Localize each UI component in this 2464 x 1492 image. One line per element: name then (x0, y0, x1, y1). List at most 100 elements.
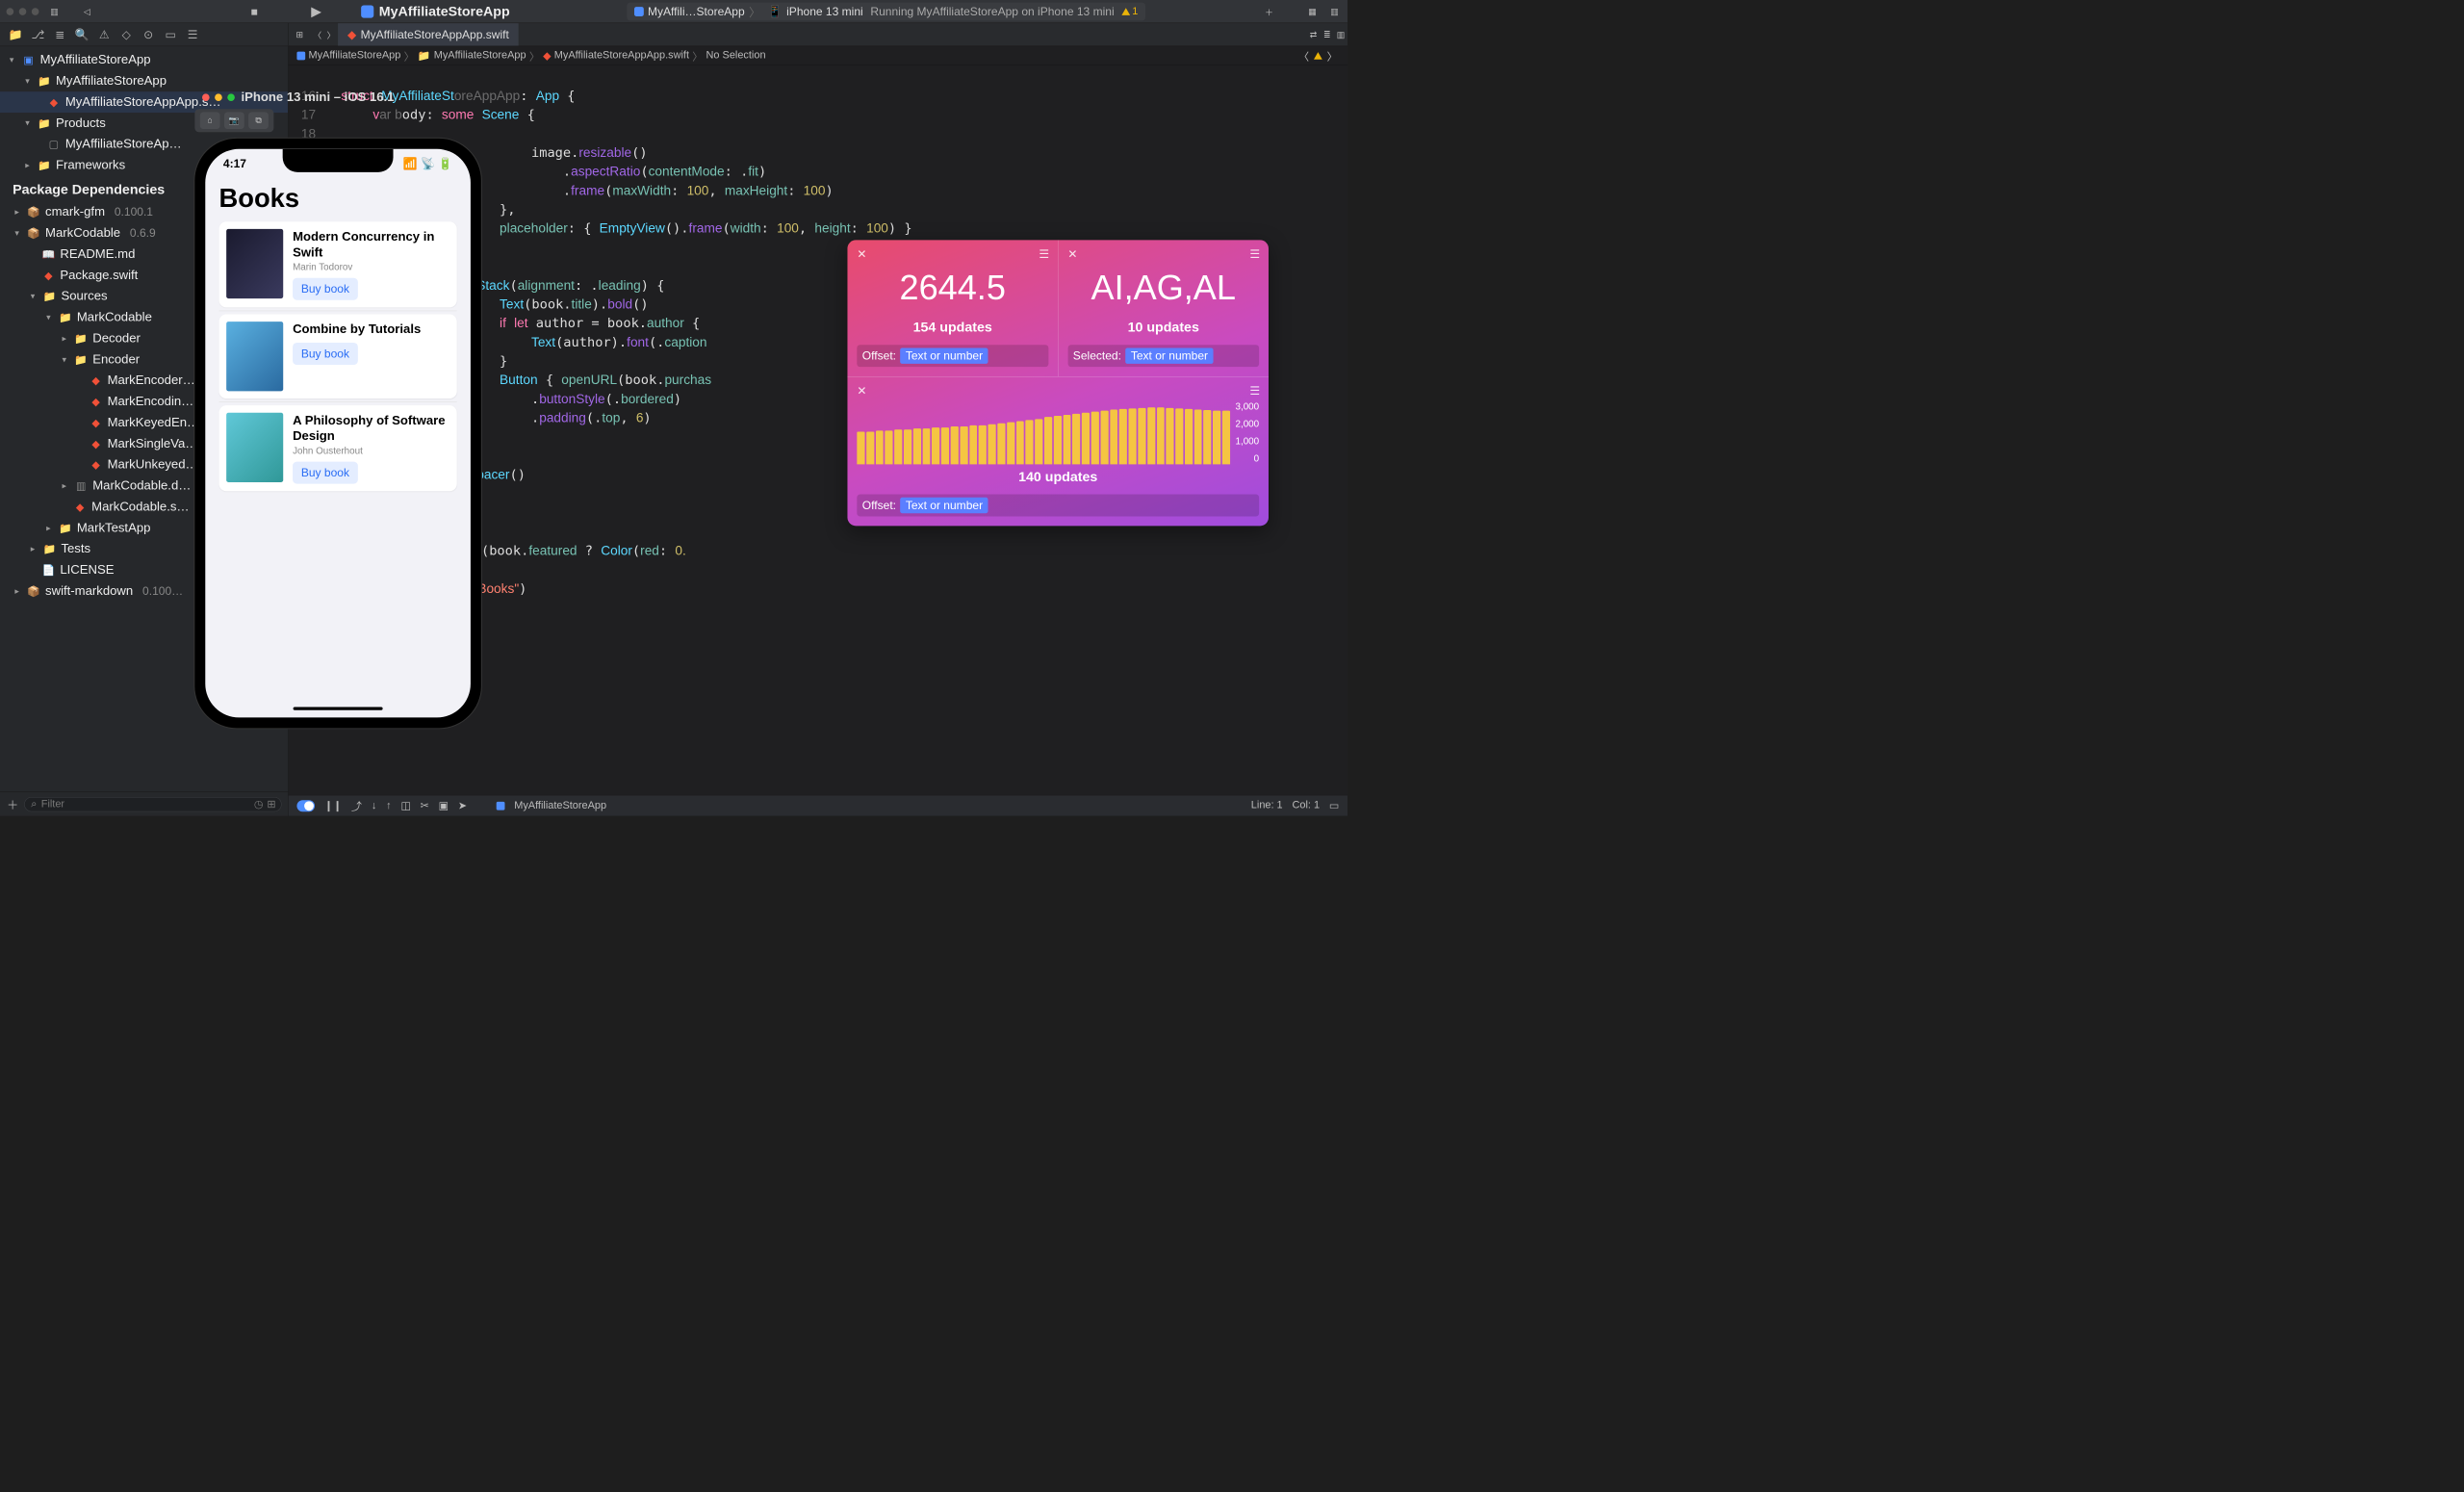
step-out-icon[interactable]: ↑ (386, 800, 391, 812)
debug-updates: 10 updates (1067, 319, 1259, 335)
sim-minimize[interactable] (215, 93, 222, 101)
chart-bar (1044, 417, 1052, 464)
sim-toolbar: ⌂ 📷 ⧉ (194, 109, 273, 132)
chart-bar (1016, 422, 1024, 465)
chart-bar (988, 424, 996, 465)
chart-bar (1072, 414, 1080, 465)
chart-bar (997, 424, 1005, 465)
editor-split-icon[interactable]: ▥ (1334, 28, 1348, 41)
debug-location-icon[interactable]: ➤ (458, 799, 467, 812)
chart-bar (1213, 410, 1220, 464)
sim-title: iPhone 13 mini – iOS 16.1 (241, 90, 394, 105)
project-navigator-icon[interactable]: 📁 (10, 28, 22, 40)
run-button[interactable]: ▶ (310, 5, 323, 18)
clock-icon[interactable]: ◷ (254, 798, 264, 811)
breadcrumb[interactable]: MyAffiliateStoreApp〉 📁MyAffiliateStoreAp… (289, 46, 1348, 65)
chart-bar (1185, 409, 1193, 464)
chart-bar (1203, 410, 1211, 464)
nav-back-icon[interactable]: 〈 (311, 28, 324, 41)
layout-grid-icon[interactable]: ⊞ (293, 28, 306, 41)
nav-forward-icon[interactable]: 〉 (324, 28, 338, 41)
window-controls[interactable] (7, 8, 39, 15)
sim-close[interactable] (202, 93, 210, 101)
chart-bar (979, 425, 987, 464)
chart-bar (1082, 413, 1090, 465)
close-icon[interactable]: ✕ (1067, 247, 1077, 261)
chart-bar (857, 431, 864, 464)
debug-updates: 154 updates (857, 319, 1048, 335)
step-over-icon[interactable]: ⤴ (351, 798, 362, 813)
scm-filter-icon[interactable]: ⊞ (267, 798, 275, 811)
debug-env-icon[interactable]: ▣ (439, 799, 449, 812)
chart-bar (1119, 409, 1127, 464)
phone-frame: 4:17 📶📡🔋 Books Modern Concurrency in Swi… (194, 139, 481, 729)
add-tab-icon[interactable]: ＋ (1262, 5, 1275, 18)
bc-back-icon[interactable]: 〈 (1297, 49, 1311, 63)
zoom-window[interactable] (32, 8, 39, 15)
debug-value: AI,AG,AL (1067, 268, 1259, 308)
warning-badge[interactable]: 1 (1121, 5, 1138, 17)
sync-icon[interactable]: ⇄ (1306, 28, 1320, 41)
debug-overlay: ✕☰ 2644.5 154 updates Offset: Text or nu… (847, 240, 1269, 526)
source-control-icon[interactable]: ⎇ (32, 28, 44, 40)
sim-copy-icon[interactable]: ⧉ (248, 112, 269, 129)
nav-project-root[interactable]: ▾▣MyAffiliateStoreApp (0, 49, 288, 70)
stop-button[interactable]: ◼ (247, 5, 261, 18)
minimap-icon[interactable]: ≣ (1321, 28, 1334, 41)
menu-icon[interactable]: ☰ (1249, 247, 1259, 261)
buy-button[interactable]: Buy book (293, 343, 358, 365)
editor-tab[interactable]: ◆MyAffiliateStoreAppApp.swift (338, 23, 519, 46)
symbol-navigator-icon[interactable]: ≣ (54, 28, 66, 40)
sim-zoom[interactable] (227, 93, 235, 101)
chart-updates-label: 140 updates (857, 469, 1259, 485)
minimize-window[interactable] (19, 8, 27, 15)
test-navigator-icon[interactable]: ◇ (120, 28, 133, 40)
book-card: A Philosophy of Software Design John Ous… (219, 405, 457, 491)
add-file-icon[interactable]: ＋ (7, 798, 19, 810)
nav-back-icon[interactable]: ◁ (80, 5, 93, 18)
pause-icon[interactable]: ❙❙ (324, 799, 342, 812)
sim-home-icon[interactable]: ⌂ (200, 112, 220, 129)
close-icon[interactable]: ✕ (857, 384, 866, 398)
sidebar-toggle-icon[interactable]: ▥ (47, 5, 61, 18)
bc-forward-icon[interactable]: 〉 (1325, 49, 1339, 63)
chart-bar (960, 426, 967, 464)
selected-input[interactable]: Selected: Text or number (1067, 345, 1259, 367)
book-card: Modern Concurrency in Swift Marin Todoro… (219, 221, 457, 307)
home-indicator[interactable] (294, 707, 383, 709)
debug-view-icon[interactable]: ◫ (400, 799, 410, 812)
book-title: Modern Concurrency in Swift (293, 229, 449, 261)
chart-offset-input[interactable]: Offset: Text or number (857, 495, 1259, 517)
chart-bar (1175, 408, 1183, 464)
close-window[interactable] (7, 8, 14, 15)
breakpoint-toggle[interactable] (296, 800, 315, 811)
menu-icon[interactable]: ☰ (1039, 247, 1048, 261)
debug-target[interactable]: MyAffiliateStoreApp (514, 800, 606, 812)
report-navigator-icon[interactable]: ☰ (187, 28, 199, 40)
sim-screenshot-icon[interactable]: 📷 (224, 112, 244, 129)
breakpoint-navigator-icon[interactable]: ▭ (165, 28, 177, 40)
menu-icon[interactable]: ☰ (1249, 384, 1259, 398)
console-toggle-icon[interactable]: ▭ (1329, 799, 1339, 812)
chart-bar (1166, 408, 1173, 465)
debug-memory-icon[interactable]: ✂ (421, 799, 429, 812)
issue-navigator-icon[interactable]: ⚠ (98, 28, 111, 40)
library-icon[interactable]: ▦ (1305, 5, 1319, 18)
inspector-toggle-icon[interactable]: ▥ (1327, 5, 1341, 18)
close-icon[interactable]: ✕ (857, 247, 866, 261)
chart-bar (1147, 407, 1155, 464)
chart-bar (876, 430, 884, 464)
chart-bar (1054, 416, 1062, 464)
debug-navigator-icon[interactable]: ⊙ (142, 28, 155, 40)
chart-bar (1007, 423, 1014, 465)
find-navigator-icon[interactable]: 🔍 (76, 28, 89, 40)
buy-button[interactable]: Buy book (293, 462, 358, 484)
chart-bar (904, 429, 911, 464)
buy-button[interactable]: Buy book (293, 278, 358, 300)
activity-status[interactable]: MyAffili…StoreApp〉 📱iPhone 13 mini Runni… (627, 2, 1145, 20)
chart-bar (951, 426, 959, 464)
filter-input[interactable]: ⌕ Filter ◷ ⊞ (24, 797, 281, 811)
warning-icon[interactable] (1314, 52, 1322, 60)
offset-input[interactable]: Offset: Text or number (857, 345, 1048, 367)
step-into-icon[interactable]: ↓ (372, 800, 376, 812)
